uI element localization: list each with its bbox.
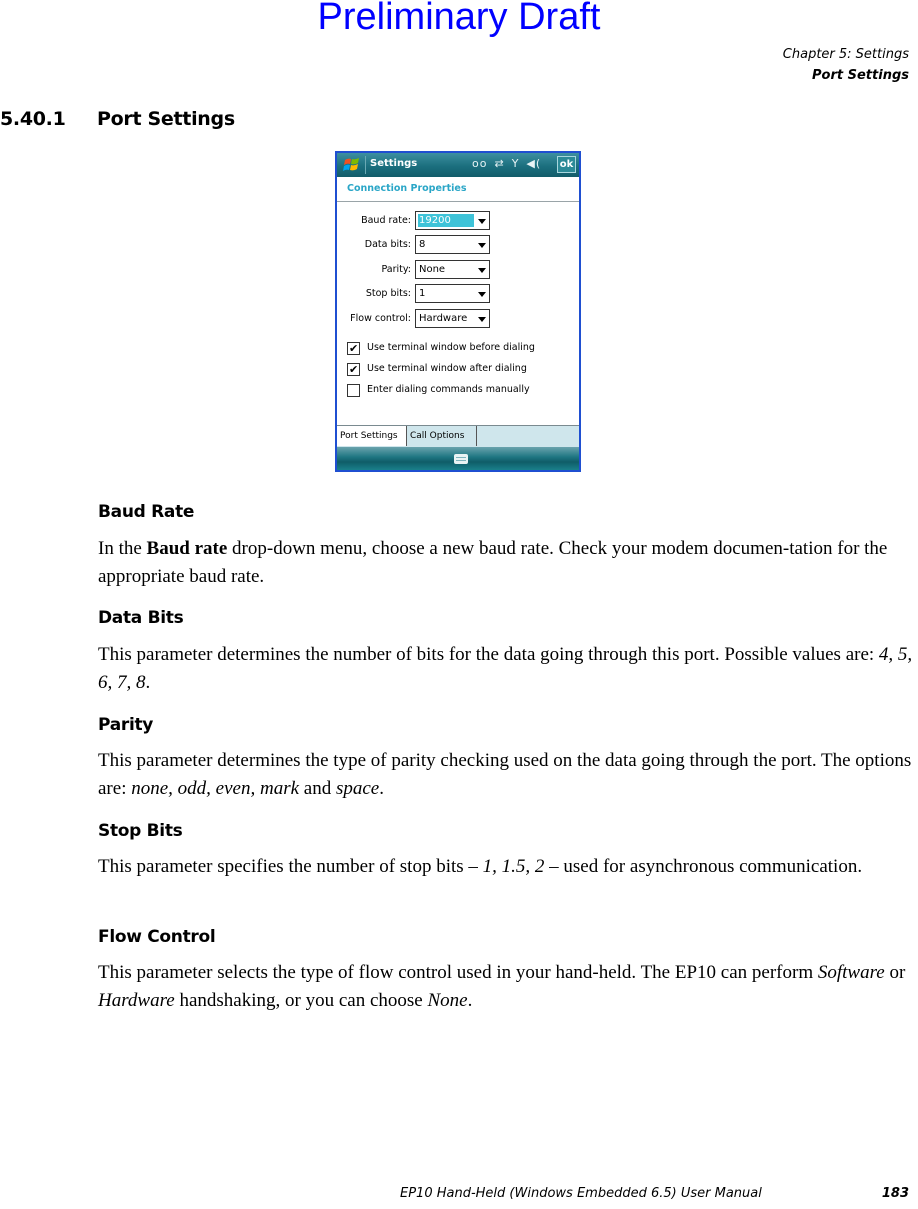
section-number: 5.40.1 (0, 108, 66, 130)
baud-rate-heading: Baud Rate (98, 502, 195, 522)
tab-strip: Port Settings Call Options (337, 425, 579, 447)
parity-paragraph: This parameter determines the type of pa… (98, 747, 913, 803)
data-bits-value: 8 (419, 239, 426, 250)
running-header-chapter: Chapter 5: Settings (782, 47, 909, 62)
baud-rate-dropdown[interactable]: 19200 (415, 211, 490, 230)
text-run: . (145, 672, 151, 693)
manual-dialing-checkbox[interactable] (347, 384, 360, 397)
running-header-section: Port Settings (812, 68, 909, 83)
text-run: – used for asynchronous communication. (544, 856, 863, 877)
running-header: Chapter 5: Settings Port Settings (783, 44, 909, 86)
speaker-icon[interactable]: ◀( (526, 157, 541, 170)
preliminary-draft-watermark: Preliminary Draft (317, 0, 601, 38)
parity-value: None (419, 264, 446, 275)
stop-bits-label: Stop bits: (365, 288, 411, 299)
manual-dialing-label[interactable]: Enter dialing commands manually (367, 384, 530, 395)
section-heading: 5.40.1 Port Settings (0, 108, 235, 130)
checkmark-icon: ✔ (349, 342, 359, 355)
tab-port-settings[interactable]: Port Settings (337, 426, 407, 446)
terminal-after-dialing-checkbox[interactable]: ✔ (347, 363, 360, 376)
footer-manual-title: EP10 Hand-Held (Windows Embedded 6.5) Us… (400, 1186, 762, 1201)
page-number: 183 (881, 1186, 909, 1201)
text-run: This parameter selects the type of flow … (98, 962, 818, 983)
baud-rate-value: 19200 (418, 214, 474, 227)
port-settings-screenshot: Settings oo ⇄ Y ◀( ok Connection Properties… (335, 151, 581, 472)
title-separator (365, 156, 366, 174)
flow-option-none: None (427, 990, 468, 1011)
stop-bits-heading: Stop Bits (98, 821, 183, 841)
text-run: This parameter determines the number of … (98, 644, 879, 665)
terminal-before-dialing-checkbox[interactable]: ✔ (347, 342, 360, 355)
chevron-down-icon (478, 292, 486, 297)
checkmark-icon: ✔ (349, 363, 359, 376)
title-bar: Settings oo ⇄ Y ◀( ok (337, 153, 579, 177)
status-icons: oo ⇄ Y ◀( (472, 157, 548, 170)
flow-option-hardware: Hardware (98, 990, 175, 1011)
stop-bits-values: 1, 1.5, 2 (482, 856, 545, 877)
data-bits-paragraph: This parameter determines the number of … (98, 641, 913, 697)
text-run: . (379, 778, 384, 799)
stop-bits-value: 1 (419, 288, 426, 299)
baud-rate-paragraph: In the Baud rate drop-down menu, choose … (98, 535, 913, 591)
text-run: and (299, 778, 336, 799)
text-run: . (467, 990, 473, 1011)
flow-control-dropdown[interactable]: Hardware (415, 309, 490, 328)
ui-term-baud-rate: Baud rate (146, 538, 228, 559)
connection-properties-header: Connection Properties (337, 177, 579, 202)
signal-antenna-icon[interactable]: Y (512, 157, 520, 170)
data-bits-label: Data bits: (364, 239, 411, 250)
section-title: Port Settings (97, 108, 235, 130)
windows-start-icon[interactable] (343, 156, 361, 174)
data-bits-dropdown[interactable]: 8 (415, 235, 490, 254)
flow-control-label: Flow control: (350, 313, 411, 324)
parity-options: none, odd, even, mark (131, 778, 300, 799)
data-bits-heading: Data Bits (98, 608, 184, 628)
parity-heading: Parity (98, 715, 154, 735)
terminal-after-dialing-label[interactable]: Use terminal window after dialing (367, 363, 527, 374)
chevron-down-icon (478, 219, 486, 224)
connection-properties-title: Connection Properties (347, 183, 467, 194)
app-title: Settings (370, 158, 418, 169)
chevron-down-icon (478, 243, 486, 248)
text-run: handshaking, or you can choose (174, 990, 428, 1011)
baud-rate-label: Baud rate: (361, 215, 411, 226)
ok-button[interactable]: ok (557, 156, 576, 173)
text-run: In the (98, 538, 147, 559)
chevron-down-icon (478, 268, 486, 273)
text-run: This parameter specifies the number of s… (98, 856, 483, 877)
soft-key-bar (337, 447, 579, 470)
keyboard-icon[interactable] (454, 454, 468, 464)
flow-control-value: Hardware (419, 313, 468, 324)
terminal-before-dialing-label[interactable]: Use terminal window before dialing (367, 342, 535, 353)
parity-label: Parity: (381, 264, 411, 275)
flow-control-paragraph: This parameter selects the type of flow … (98, 959, 913, 1015)
parity-option-space: space (335, 778, 380, 799)
stop-bits-paragraph: This parameter specifies the number of s… (98, 853, 913, 881)
parity-dropdown[interactable]: None (415, 260, 490, 279)
sync-arrows-icon[interactable]: ⇄ (494, 157, 504, 170)
tab-call-options[interactable]: Call Options (407, 426, 477, 446)
chevron-down-icon (478, 317, 486, 322)
flow-control-heading: Flow Control (98, 927, 216, 947)
text-run: or (884, 962, 906, 983)
flow-option-software: Software (817, 962, 885, 983)
stop-bits-dropdown[interactable]: 1 (415, 284, 490, 303)
voicemail-icon[interactable]: oo (472, 157, 487, 170)
